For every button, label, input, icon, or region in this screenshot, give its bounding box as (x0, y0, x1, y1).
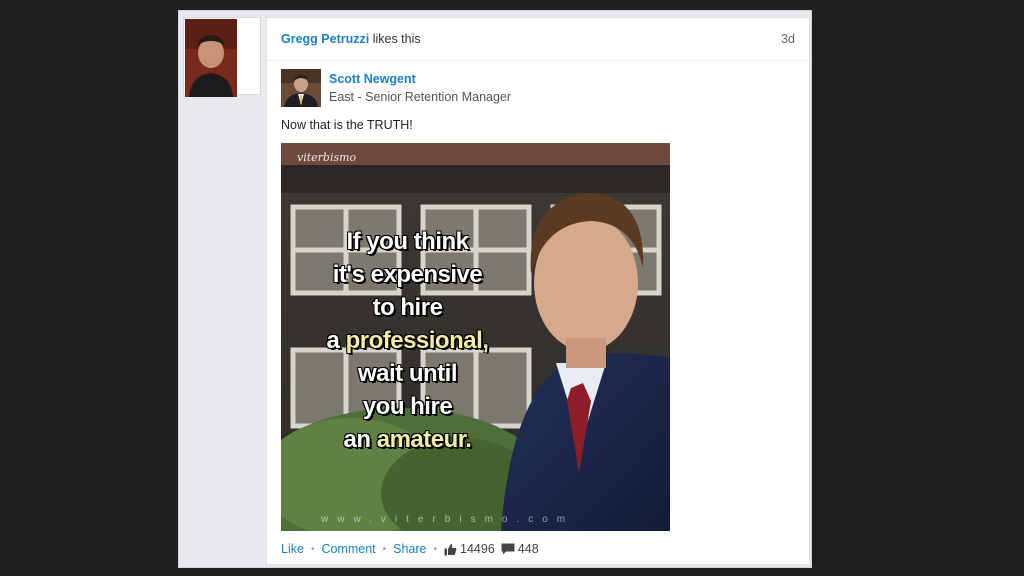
post-text: Now that is the TRUTH! (281, 118, 413, 132)
caption-line-4-prefix: a (326, 327, 346, 354)
author-avatar[interactable] (281, 69, 321, 107)
caption-highlight-professional: professional, (345, 327, 489, 354)
comment-link[interactable]: Comment (321, 542, 375, 556)
divider (267, 60, 809, 61)
image-watermark-bottom: www.viterbismo.com (321, 514, 575, 525)
comments-count: 448 (517, 542, 539, 556)
activity-line: Gregg Petruzzi likes this (281, 32, 421, 46)
actor-photo (185, 19, 237, 97)
caption-line-7-prefix: an (343, 426, 377, 453)
action-separator: • (382, 543, 387, 555)
activity-text: likes this (372, 32, 421, 46)
thumbs-up-icon[interactable] (444, 543, 457, 556)
caption-line-5: wait until (358, 360, 458, 387)
caption-line-1: If you think (346, 228, 470, 255)
actor-avatar[interactable] (183, 17, 261, 97)
likes-count: 14496 (460, 542, 495, 556)
caption-line-4: a professional, (295, 324, 520, 357)
author-name-link[interactable]: Scott Newgent (329, 72, 416, 86)
action-separator: • (433, 543, 438, 555)
caption-line-3: to hire (372, 294, 443, 321)
post-image[interactable]: viterbismo If you think it's expensive t… (281, 143, 670, 531)
action-separator: • (310, 543, 315, 555)
caption-highlight-amateur: amateur. (376, 426, 472, 453)
caption-line-7: an amateur. (295, 423, 520, 456)
feed-card: Gregg Petruzzi likes this 3d Scott Newge… (266, 17, 810, 565)
image-watermark-top: viterbismo (297, 151, 357, 164)
actor-name-link[interactable]: Gregg Petruzzi (281, 32, 369, 46)
post-actions: Like • Comment • Share • 14496 448 (281, 542, 539, 556)
image-caption: If you think it's expensive to hire a pr… (295, 225, 520, 456)
feed-frame: Gregg Petruzzi likes this 3d Scott Newge… (178, 10, 812, 568)
share-link[interactable]: Share (393, 542, 426, 556)
caption-line-6: you hire (362, 393, 453, 420)
like-link[interactable]: Like (281, 542, 304, 556)
author-title: East - Senior Retention Manager (329, 90, 512, 104)
comment-bubble-icon[interactable] (501, 543, 515, 555)
caption-line-2: it's expensive (332, 261, 483, 288)
time-ago: 3d (781, 32, 795, 46)
